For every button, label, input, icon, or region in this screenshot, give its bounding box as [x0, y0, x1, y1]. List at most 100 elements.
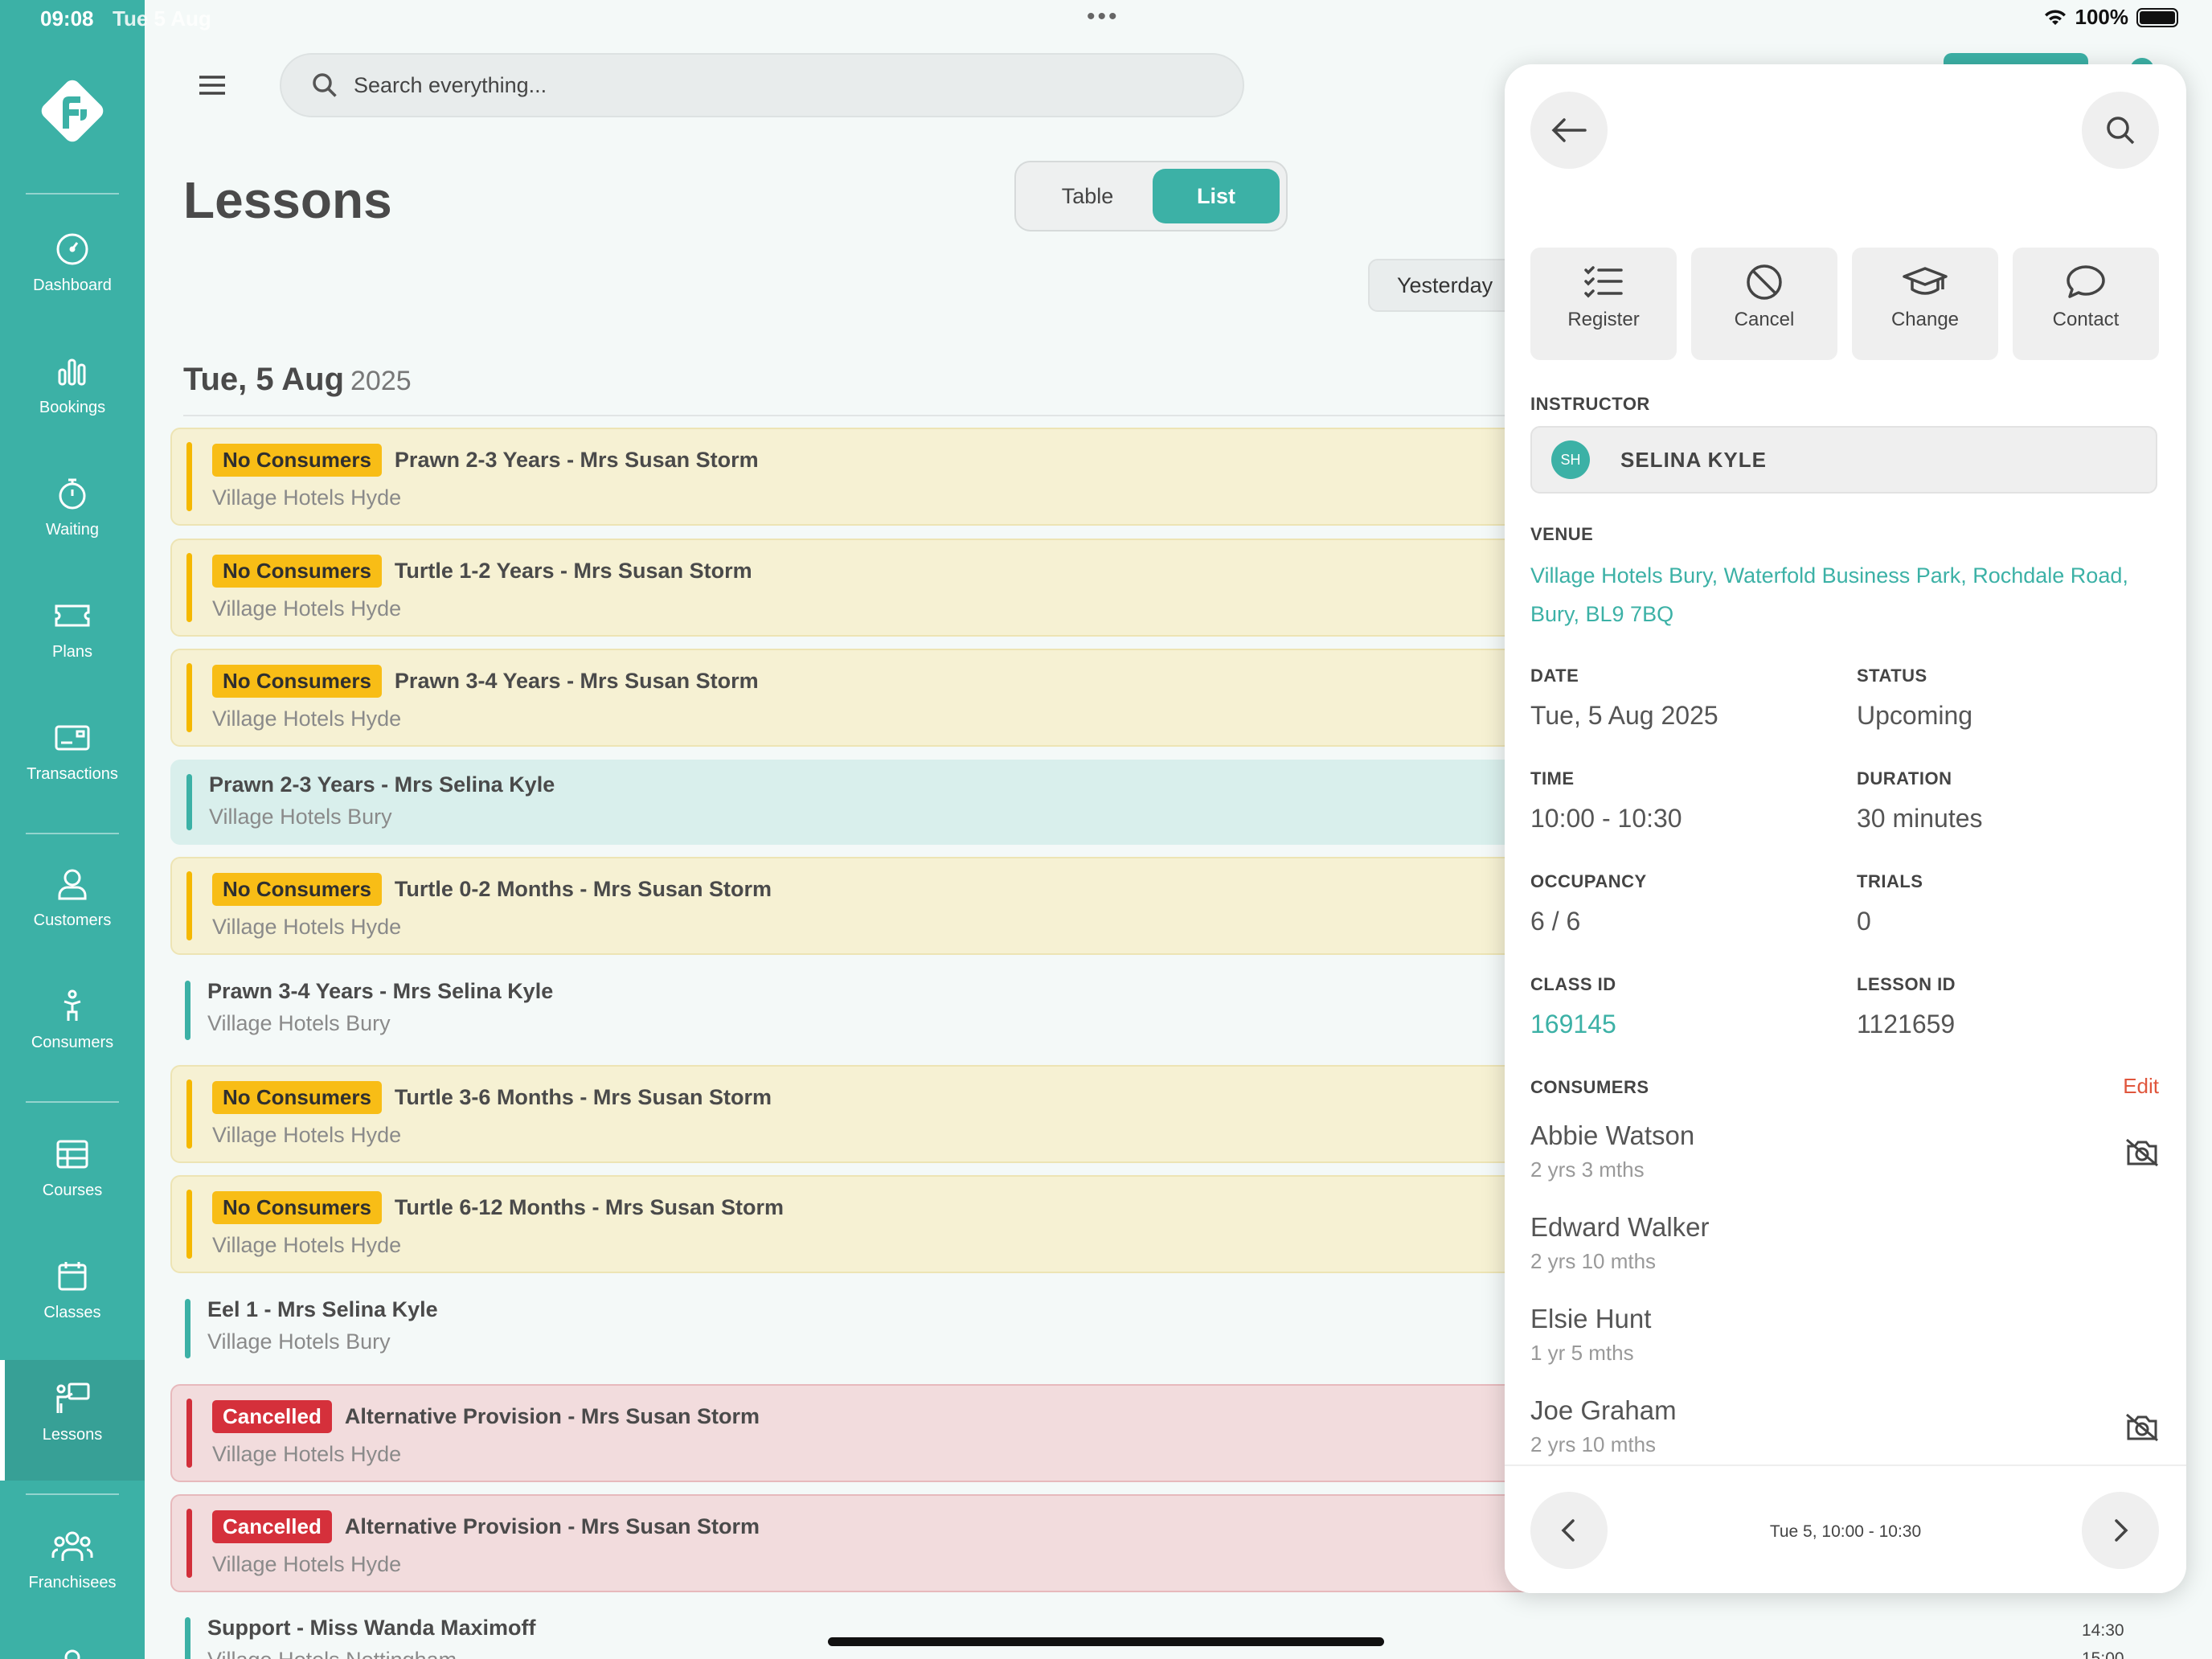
trials-label: TRIALS — [1857, 871, 1923, 891]
lesson-header: No Consumers Turtle 0-2 Months - Mrs Susa… — [212, 873, 772, 906]
multitasking-dots[interactable]: ••• — [1087, 3, 1120, 31]
lesson-row[interactable]: Cancelled Alternative Provision - Mrs Sus… — [170, 1384, 1537, 1482]
sidebar-item-courses[interactable]: Courses — [0, 1137, 145, 1225]
lesson-name: Turtle 0-2 Months - Mrs Susan Storm — [394, 877, 772, 901]
lesson-header: No Consumers Turtle 1-2 Years - Mrs Susan… — [212, 555, 752, 588]
lesson-venue: Village Hotels Nottingham — [207, 1648, 457, 1659]
lesson-name: Turtle 6-12 Months - Mrs Susan Storm — [394, 1195, 784, 1219]
lesson-row[interactable]: Prawn 3-4 Years - Mrs Selina Kyle Villag… — [170, 968, 1537, 1053]
lesson-row[interactable]: No Consumers Turtle 6-12 Months - Mrs Sus… — [170, 1175, 1537, 1273]
arrow-left-icon — [1551, 118, 1587, 142]
duration-value: 30 minutes — [1857, 804, 1983, 833]
time-label: TIME — [1530, 768, 1575, 789]
no-consumers-badge: No Consumers — [212, 1191, 382, 1224]
sidebar-item-consumers[interactable]: Consumers — [0, 989, 145, 1077]
sidebar-item-lessons[interactable]: Lessons — [0, 1360, 145, 1481]
lesson-venue: Village Hotels Hyde — [212, 915, 402, 939]
app-logo[interactable] — [31, 69, 114, 153]
lesson-end-time: 15:00 — [2082, 1649, 2124, 1659]
lesson-name: Prawn 2-3 Years - Mrs Selina Kyle — [209, 772, 555, 797]
cancel-lesson-button[interactable]: Cancel — [1691, 248, 1837, 360]
instructor-field[interactable]: SH SELINA KYLE — [1530, 426, 2157, 494]
page-title: Lessons — [183, 171, 392, 229]
consumer-name[interactable]: Abbie Watson — [1530, 1120, 1694, 1151]
contact-label: Contact — [2052, 309, 2120, 330]
home-indicator[interactable] — [828, 1637, 1384, 1646]
sidebar-item-transactions[interactable]: Transactions — [0, 720, 145, 809]
back-button[interactable] — [1530, 92, 1608, 169]
bar-chart-icon — [58, 358, 86, 386]
consumer-age: 2 yrs 10 mths — [1530, 1432, 1657, 1456]
sidebar-item-dashboard[interactable]: Dashboard — [0, 231, 145, 320]
status-right: 100% — [2043, 5, 2178, 30]
sidebar-item-plans[interactable]: Plans — [0, 598, 145, 686]
lesson-row[interactable]: No Consumers Prawn 2-3 Years - Mrs Susan … — [170, 428, 1537, 526]
lesson-row[interactable]: Eel 1 - Mrs Selina Kyle Village Hotels B… — [170, 1286, 1537, 1371]
sidebar-item-label: Bookings — [39, 399, 106, 416]
day-label: Tue, 5 Aug — [183, 362, 344, 397]
sidebar-item-franchisees[interactable]: Franchisees — [0, 1529, 145, 1617]
cancel-label: Cancel — [1734, 309, 1795, 330]
consumer-name[interactable]: Edward Walker — [1530, 1212, 1710, 1243]
lesson-row[interactable]: No Consumers Turtle 1-2 Years - Mrs Susan… — [170, 539, 1537, 637]
day-divider — [183, 415, 1550, 416]
lesson-row-selected[interactable]: Prawn 2-3 Years - Mrs Selina Kyle Villag… — [170, 760, 1537, 845]
lesson-venue: Village Hotels Bury — [207, 1011, 391, 1035]
consumer-name[interactable]: Joe Graham — [1530, 1395, 1677, 1426]
instructor-label: INSTRUCTOR — [1530, 394, 1650, 414]
lesson-id-label: LESSON ID — [1857, 974, 1956, 994]
stopwatch-icon — [59, 478, 86, 510]
sidebar-item-label: Classes — [43, 1304, 101, 1321]
view-table-button[interactable]: Table — [1024, 169, 1151, 223]
lesson-name: Prawn 2-3 Years - Mrs Susan Storm — [394, 448, 759, 472]
view-list-button[interactable]: List — [1153, 169, 1280, 223]
register-button[interactable]: Register — [1530, 248, 1677, 360]
lesson-row[interactable]: No Consumers Turtle 3-6 Months - Mrs Susa… — [170, 1065, 1537, 1163]
date-label: DATE — [1530, 666, 1579, 686]
day-year: 2025 — [350, 366, 412, 396]
sidebar-item-more[interactable] — [0, 1640, 145, 1659]
sidebar-item-classes[interactable]: Classes — [0, 1259, 145, 1347]
sidebar-item-bookings[interactable]: Bookings — [0, 354, 145, 442]
sidebar-item-label: Lessons — [42, 1426, 103, 1444]
sidebar-item-customers[interactable]: Customers — [0, 866, 145, 955]
panel-search-button[interactable] — [2082, 92, 2159, 169]
menu-button[interactable] — [191, 69, 233, 101]
lesson-venue: Village Hotels Bury — [207, 1329, 391, 1354]
battery-icon — [2136, 7, 2178, 27]
time-value: 10:00 - 10:30 — [1530, 804, 1682, 833]
partial-icon — [64, 1649, 80, 1659]
lesson-row[interactable]: No Consumers Prawn 3-4 Years - Mrs Susan … — [170, 649, 1537, 747]
lesson-row[interactable]: Support - Miss Wanda Maximoff Village Ho… — [170, 1604, 1537, 1659]
change-button[interactable]: Change — [1852, 248, 1998, 360]
lesson-venue: Village Hotels Hyde — [212, 596, 402, 621]
edit-consumers-link[interactable]: Edit — [2123, 1074, 2159, 1099]
consumer-name[interactable]: Elsie Hunt — [1530, 1304, 1651, 1334]
status-date: Tue 5 Aug — [113, 6, 211, 31]
lesson-venue: Village Hotels Hyde — [212, 1442, 402, 1466]
class-id-label: CLASS ID — [1530, 974, 1616, 994]
sidebar-item-label: Dashboard — [33, 276, 112, 294]
venue-link[interactable]: Village Hotels Bury, Waterfold Business … — [1530, 556, 2165, 633]
sidebar-item-waiting[interactable]: Waiting — [0, 476, 145, 564]
no-photo-icon — [2124, 1137, 2161, 1173]
sidebar-item-label: Transactions — [27, 765, 118, 783]
day-header: Tue, 5 Aug 2025 — [183, 362, 412, 398]
next-lesson-button[interactable] — [2082, 1492, 2159, 1569]
lesson-row[interactable]: No Consumers Turtle 0-2 Months - Mrs Susa… — [170, 857, 1537, 955]
lesson-venue: Village Hotels Hyde — [212, 707, 402, 731]
venue-label: VENUE — [1530, 524, 1594, 544]
contact-button[interactable]: Contact — [2013, 248, 2159, 360]
sidebar-divider — [26, 833, 119, 834]
date-value: Tue, 5 Aug 2025 — [1530, 701, 1718, 730]
lesson-venue: Village Hotels Hyde — [212, 485, 402, 510]
battery-percent: 100% — [2075, 5, 2129, 29]
consumers-label: CONSUMERS — [1530, 1077, 1649, 1097]
search-bar[interactable]: Search everything... — [280, 53, 1244, 117]
status-bar: 09:08 Tue 5 Aug ••• 100% — [0, 0, 2212, 39]
sidebar-item-label: Consumers — [31, 1034, 114, 1051]
calendar-icon — [58, 1262, 87, 1291]
lesson-status-bar — [186, 1190, 192, 1259]
lesson-row[interactable]: Cancelled Alternative Provision - Mrs Sus… — [170, 1494, 1537, 1592]
class-id-link[interactable]: 169145 — [1530, 1010, 1616, 1039]
